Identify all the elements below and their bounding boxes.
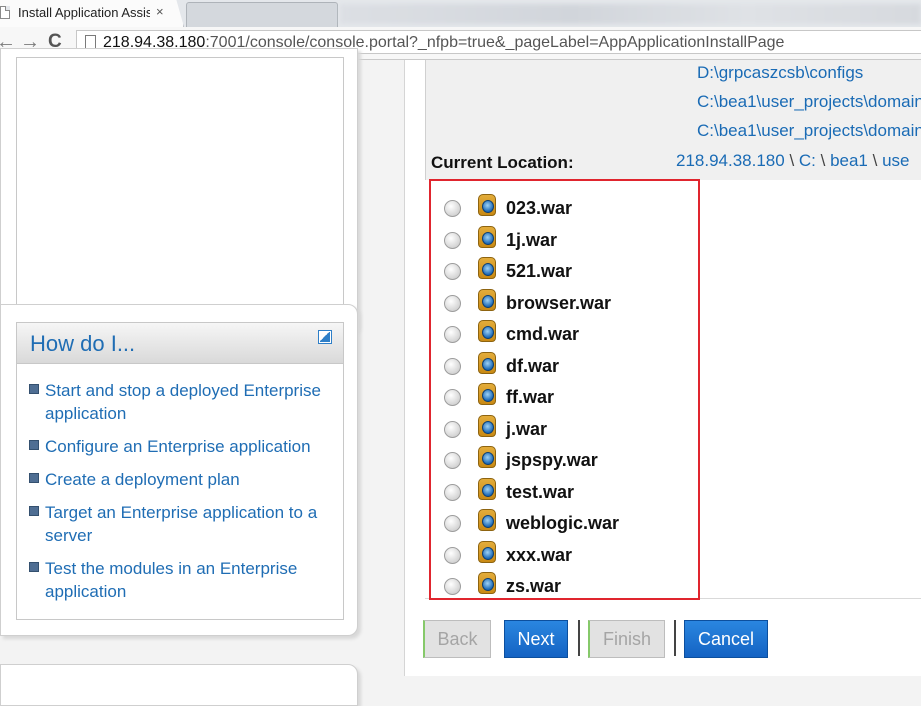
war-archive-icon: [478, 383, 496, 405]
how-link[interactable]: Configure an Enterprise application: [45, 435, 339, 458]
page-favicon-icon: [0, 6, 10, 19]
file-name: cmd.war: [506, 324, 580, 344]
how-do-i-title: How do I...: [30, 331, 136, 356]
bullet-icon: [29, 440, 39, 450]
file-name: browser.war: [506, 293, 612, 313]
collapse-panel-icon[interactable]: [318, 330, 332, 344]
file-radio[interactable]: [444, 421, 461, 438]
bottom-panel: [0, 664, 358, 706]
war-archive-icon: [478, 289, 496, 311]
how-do-i-panel: How do I... Start and stop a deployed En…: [0, 304, 358, 636]
main-content: D:\grpcaszcsb\configs C:\bea1\user_proje…: [405, 60, 921, 676]
war-archive-icon: [478, 194, 496, 216]
file-radio[interactable]: [444, 578, 461, 595]
how-do-i-body: How do I... Start and stop a deployed En…: [16, 322, 344, 620]
breadcrumb-host[interactable]: 218.94.38.180: [676, 151, 785, 170]
how-do-i-list: Start and stop a deployed Enterprise app…: [27, 379, 339, 613]
breadcrumb-folder[interactable]: bea1: [830, 151, 868, 170]
bullet-icon: [29, 384, 39, 394]
bullet-icon: [29, 506, 39, 516]
war-archive-icon: [478, 509, 496, 531]
tab-title: Install Application Assis: [18, 5, 150, 20]
file-radio[interactable]: [444, 200, 461, 217]
file-name: j.war: [506, 419, 548, 439]
tab-strip: Install Application Assis ×: [0, 0, 921, 27]
finish-button[interactable]: Finish: [588, 620, 665, 658]
bullet-icon: [29, 473, 39, 483]
breadcrumb-drive[interactable]: C:: [799, 151, 816, 170]
war-archive-icon: [478, 320, 496, 342]
top-panel: [0, 48, 358, 334]
file-name: 521.war: [506, 261, 573, 281]
how-link[interactable]: Target an Enterprise application to a se…: [45, 501, 339, 547]
file-name: ff.war: [506, 387, 555, 407]
file-radio[interactable]: [444, 484, 461, 501]
file-name: weblogic.war: [506, 513, 620, 533]
how-item[interactable]: Test the modules in an Enterprise applic…: [27, 557, 339, 603]
file-radio[interactable]: [444, 263, 461, 280]
browser-tab-inactive[interactable]: [186, 2, 338, 27]
war-archive-icon: [478, 352, 496, 374]
file-name: jspspy.war: [506, 450, 598, 470]
how-do-i-header: How do I...: [17, 323, 343, 364]
file-name: zs.war: [506, 576, 562, 596]
tab-close-icon[interactable]: ×: [156, 4, 164, 19]
wizard-buttons: Back Next Finish Cancel: [423, 620, 921, 660]
war-archive-icon: [478, 446, 496, 468]
button-separator: [674, 620, 676, 656]
war-archive-icon: [478, 572, 496, 594]
file-name: xxx.war: [506, 545, 573, 565]
war-archive-icon: [478, 415, 496, 437]
file-radio[interactable]: [444, 326, 461, 343]
blurred-tab-area: [340, 4, 921, 24]
file-name: 023.war: [506, 198, 573, 218]
how-link[interactable]: Start and stop a deployed Enterprise app…: [45, 379, 339, 425]
back-button[interactable]: Back: [423, 620, 491, 658]
breadcrumb-separator: \: [784, 151, 799, 170]
how-item[interactable]: Create a deployment plan: [27, 468, 339, 491]
file-radio[interactable]: [444, 452, 461, 469]
file-radio[interactable]: [444, 295, 461, 312]
file-radio[interactable]: [444, 358, 461, 375]
cancel-button[interactable]: Cancel: [684, 620, 768, 658]
how-link[interactable]: Test the modules in an Enterprise applic…: [45, 557, 339, 603]
war-archive-icon: [478, 478, 496, 500]
file-radio[interactable]: [444, 547, 461, 564]
file-radio[interactable]: [444, 389, 461, 406]
file-radio[interactable]: [444, 515, 461, 532]
current-location-breadcrumb: 218.94.38.180 \ C: \ bea1 \ use: [676, 151, 909, 171]
button-separator: [578, 620, 580, 656]
how-item[interactable]: Start and stop a deployed Enterprise app…: [27, 379, 339, 425]
path-link[interactable]: C:\bea1\user_projects\domains: [697, 121, 921, 141]
war-archive-icon: [478, 257, 496, 279]
file-name: df.war: [506, 356, 560, 376]
war-archive-icon: [478, 226, 496, 248]
war-archive-icon: [478, 541, 496, 563]
top-panel-body: [16, 57, 344, 321]
current-location-label: Current Location:: [431, 153, 574, 172]
file-radio[interactable]: [444, 232, 461, 249]
file-name: 1j.war: [506, 230, 558, 250]
path-link[interactable]: C:\bea1\user_projects\domains: [697, 92, 921, 112]
breadcrumb-separator: \: [867, 151, 883, 170]
how-item[interactable]: Target an Enterprise application to a se…: [27, 501, 339, 547]
bullet-icon: [29, 562, 39, 572]
page-icon: [85, 35, 96, 49]
sidebar: How do I... Start and stop a deployed En…: [0, 48, 405, 706]
how-item[interactable]: Configure an Enterprise application: [27, 435, 339, 458]
annotation-highlight-box: [429, 179, 700, 600]
path-link[interactable]: D:\grpcaszcsb\configs: [697, 63, 863, 83]
file-name: test.war: [506, 482, 575, 502]
next-button[interactable]: Next: [504, 620, 568, 658]
how-link[interactable]: Create a deployment plan: [45, 468, 339, 491]
breadcrumb-separator: \: [815, 151, 831, 170]
breadcrumb-next[interactable]: use: [882, 151, 909, 170]
browser-tab-active[interactable]: Install Application Assis ×: [0, 0, 184, 27]
